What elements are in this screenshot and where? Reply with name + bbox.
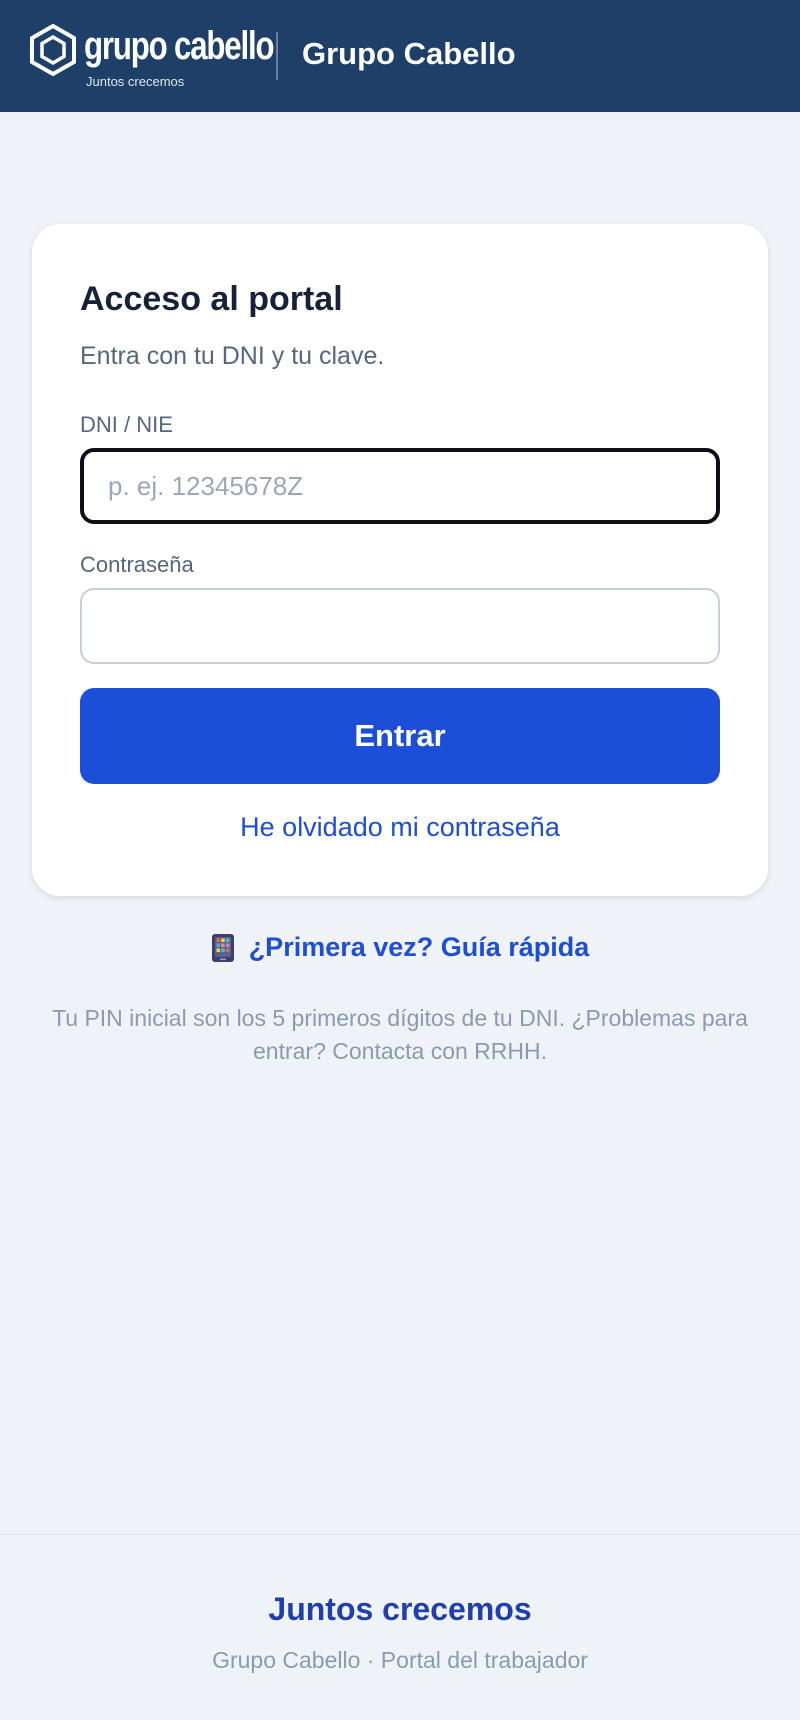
forgot-password-link[interactable]: He olvidado mi contraseña	[32, 812, 768, 843]
footer-subtitle: Grupo Cabello · Portal del trabajador	[212, 1647, 588, 1673]
login-submit-button[interactable]: Entrar	[80, 688, 720, 784]
dni-input[interactable]	[80, 448, 720, 524]
header-title: Grupo Cabello	[302, 36, 516, 71]
mobile-phone-icon	[211, 933, 234, 962]
dni-label: DNI / NIE	[80, 412, 173, 437]
header-divider	[276, 32, 278, 80]
login-subtitle: Entra con tu DNI y tu clave.	[80, 342, 385, 370]
password-label: Contraseña	[80, 552, 194, 577]
quick-guide-label: ¿Primera vez? Guía rápida	[248, 932, 590, 962]
quick-guide-link[interactable]: ¿Primera vez? Guía rápida	[0, 932, 800, 963]
footer-slogan: Juntos crecemos	[268, 1591, 532, 1627]
top-header: grupo cabello Juntos crecemos Grupo Cabe…	[0, 0, 800, 112]
login-card: Acceso al portal Entra con tu DNI y tu c…	[32, 224, 768, 896]
logo-tagline: Juntos crecemos	[86, 74, 185, 89]
pin-help-text: Tu PIN inicial son los 5 primeros dígito…	[52, 1005, 748, 1064]
logo-wordmark: grupo cabello	[84, 24, 275, 68]
page-footer: Juntos crecemos Grupo Cabello · Portal d…	[0, 1534, 800, 1720]
company-logo[interactable]: grupo cabello Juntos crecemos	[30, 18, 275, 94]
hexagon-logo-icon	[30, 24, 76, 76]
login-page: grupo cabello Juntos crecemos Grupo Cabe…	[0, 0, 800, 1720]
password-input[interactable]	[80, 588, 720, 664]
login-title: Acceso al portal	[80, 280, 343, 318]
